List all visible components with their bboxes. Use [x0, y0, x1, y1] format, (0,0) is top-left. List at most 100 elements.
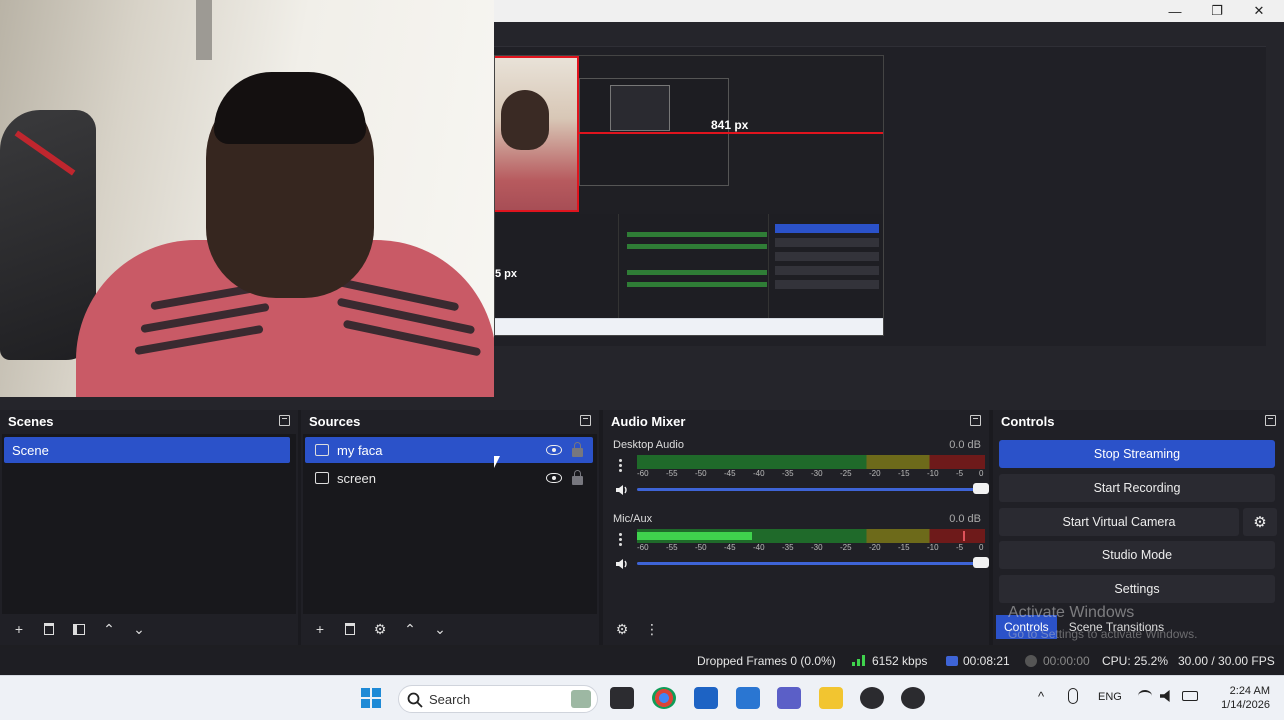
audio-channel-mic: Mic/Aux 0.0 dB -60 -55 -50 -45 -40 -35 -30 -25-…: [613, 513, 989, 585]
nested-guide-line: [579, 132, 883, 134]
visibility-eye-icon[interactable]: [546, 473, 562, 483]
channel-menu-icon[interactable]: [619, 533, 623, 549]
move-source-up-button[interactable]: ⌃: [399, 618, 421, 640]
close-button[interactable]: ✕: [1238, 0, 1280, 22]
monitor-icon: [315, 472, 329, 484]
remove-source-button[interactable]: [339, 618, 361, 640]
volume-icon[interactable]: [1160, 690, 1170, 702]
audio-mixer-title: Audio Mixer: [603, 410, 989, 432]
move-scene-up-button[interactable]: ⌃: [98, 618, 120, 640]
visibility-eye-icon[interactable]: [546, 445, 562, 455]
float-dock-icon[interactable]: [580, 415, 591, 426]
virtual-camera-settings-button[interactable]: ⚙: [1243, 508, 1277, 536]
speaker-icon[interactable]: [615, 557, 629, 569]
meter-tick-label: -5: [956, 543, 964, 552]
status-bar: Dropped Frames 0 (0.0%) 6152 kbps 00:08:…: [0, 648, 1284, 675]
channel-db: 0.0 dB: [949, 513, 981, 525]
sources-toolbar: + ⚙ ⌃ ⌄: [301, 613, 599, 645]
speaker-icon[interactable]: [615, 483, 629, 495]
meter-tick-label: -35: [782, 469, 794, 478]
tray-chevron-icon[interactable]: ^: [1038, 689, 1044, 704]
audio-mixer-panel: Audio Mixer Desktop Audio 0.0 dB -60 -55 -…: [603, 410, 989, 645]
plus-icon: +: [315, 621, 325, 637]
store-icon[interactable]: [694, 687, 718, 709]
add-scene-button[interactable]: +: [8, 618, 30, 640]
stop-streaming-button[interactable]: Stop Streaming: [999, 440, 1275, 468]
battery-icon[interactable]: [1182, 691, 1198, 701]
volume-slider-handle[interactable]: [973, 557, 989, 568]
remove-scene-button[interactable]: [38, 618, 60, 640]
meter-tick-label: -40: [753, 543, 765, 552]
maximize-icon: ❐: [1211, 3, 1223, 18]
minimize-button[interactable]: —: [1154, 0, 1196, 22]
advanced-audio-button[interactable]: ⚙: [611, 618, 633, 640]
float-dock-icon[interactable]: [970, 415, 981, 426]
obs-icon[interactable]: [860, 687, 884, 709]
volume-meter: [637, 455, 985, 469]
source-item-my-faca[interactable]: my faca: [305, 437, 593, 463]
start-virtual-camera-button[interactable]: Start Virtual Camera: [999, 508, 1239, 536]
file-explorer-icon[interactable]: [819, 687, 843, 709]
gear-icon: ⚙: [615, 620, 629, 637]
record-icon: [1025, 655, 1037, 667]
float-dock-icon[interactable]: [279, 415, 290, 426]
microphone-icon[interactable]: [1068, 688, 1078, 704]
close-icon: ✕: [1253, 3, 1265, 18]
lock-icon[interactable]: [572, 469, 583, 485]
minimize-icon: —: [1168, 3, 1182, 19]
mixer-menu-button[interactable]: ⋮: [641, 618, 663, 640]
meter-tick-label: -15: [898, 543, 910, 552]
source-properties-button[interactable]: ⚙: [369, 618, 391, 640]
settings-button[interactable]: Settings: [999, 575, 1275, 603]
volume-slider-handle[interactable]: [973, 483, 989, 494]
scene-filter-button[interactable]: [68, 618, 90, 640]
meter-tick-label: -30: [811, 543, 823, 552]
maximize-button[interactable]: ❐: [1196, 0, 1238, 22]
volume-meter: [637, 529, 985, 543]
studio-mode-button[interactable]: Studio Mode: [999, 541, 1275, 569]
meter-tick-label: -60: [637, 543, 649, 552]
trash-icon: [44, 623, 54, 635]
channel-menu-icon[interactable]: [619, 459, 623, 475]
taskbar-search-input[interactable]: Search: [398, 685, 598, 713]
meter-tick-label: -50: [695, 469, 707, 478]
volume-slider[interactable]: [637, 488, 985, 491]
wifi-icon[interactable]: [1138, 690, 1152, 702]
meter-tick-label: -55: [666, 469, 678, 478]
stream-time: 00:08:21: [963, 654, 1010, 668]
teams-icon[interactable]: [777, 687, 801, 709]
meter-level: [637, 532, 752, 540]
nested-taskbar: [495, 318, 883, 335]
task-view-icon[interactable]: [610, 687, 634, 709]
meter-tick-label: -5: [956, 469, 964, 478]
kebab-menu-icon: ⋮: [645, 620, 659, 637]
move-source-down-button[interactable]: ⌄: [429, 618, 451, 640]
nested-webcam: [495, 56, 579, 212]
meter-tick-label: -20: [869, 543, 881, 552]
app-icon[interactable]: [736, 687, 760, 709]
chrome-icon[interactable]: [652, 687, 676, 709]
obs-secondary-icon[interactable]: [901, 687, 925, 709]
taskbar-clock[interactable]: 2:24 AM 1/14/2026: [1221, 684, 1270, 712]
nested-docks: [495, 214, 883, 318]
lock-icon[interactable]: [572, 441, 583, 457]
float-dock-icon[interactable]: [1265, 415, 1276, 426]
filter-icon: [73, 623, 85, 635]
add-source-button[interactable]: +: [309, 618, 331, 640]
language-indicator[interactable]: ENG: [1098, 691, 1122, 703]
meter-tick-label: -60: [637, 469, 649, 478]
mouse-cursor-icon: [494, 456, 500, 468]
windows-start-icon[interactable]: [360, 687, 384, 709]
signal-bars-icon: [852, 654, 866, 669]
meter-tick-label: -50: [695, 543, 707, 552]
start-recording-button[interactable]: Start Recording: [999, 474, 1275, 502]
move-scene-down-button[interactable]: ⌄: [128, 618, 150, 640]
scenes-panel: Scenes Scene + ⌃ ⌄: [0, 410, 298, 645]
scene-item[interactable]: Scene: [4, 437, 290, 463]
audio-mixer-toolbar: ⚙ ⋮: [603, 613, 989, 645]
meter-peak: [963, 531, 965, 541]
source-item-screen[interactable]: screen: [305, 465, 593, 491]
cpu-usage: CPU: 25.2%: [1102, 654, 1169, 668]
nested-guide-line: [495, 56, 579, 58]
volume-slider[interactable]: [637, 562, 985, 565]
